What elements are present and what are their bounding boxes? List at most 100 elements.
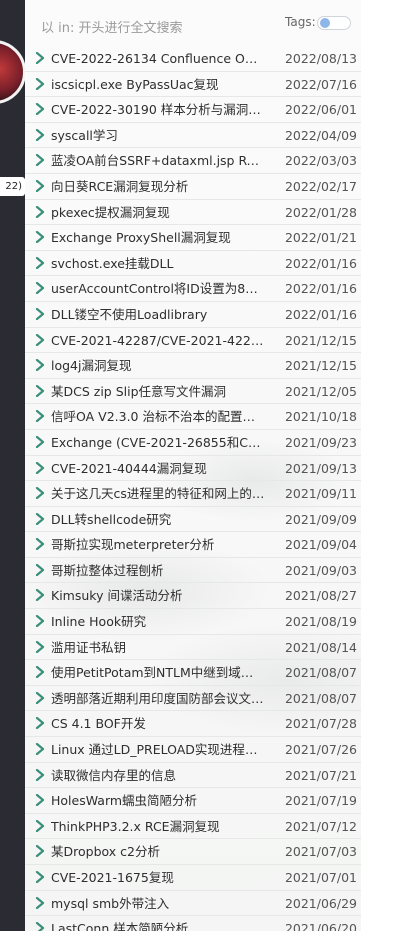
chevron-right-icon: [35, 52, 45, 64]
post-date: 2022/06/01: [284, 102, 357, 118]
post-title[interactable]: Kimsuky 间谍活动分析: [51, 587, 265, 604]
post-title[interactable]: userAccountControl将ID设置为8192: [51, 280, 265, 297]
avatar[interactable]: [0, 40, 26, 104]
post-list-item[interactable]: 关于这几天cs进程里的特征和网上的解决办法 2021/09/11: [25, 481, 361, 507]
post-date: 2021/12/15: [284, 358, 357, 374]
post-title[interactable]: 哥斯拉整体过程刨析: [51, 562, 265, 579]
post-title[interactable]: ThinkPHP3.2.x RCE漏洞复现: [51, 818, 265, 835]
post-title[interactable]: 信呼OA V2.3.0 治标不治本的配置文件写入: [51, 408, 265, 425]
chevron-right-icon: [35, 871, 45, 883]
post-date: 2022/04/09: [284, 127, 357, 143]
post-list-item[interactable]: 滥用证书私钥 2021/08/14: [25, 635, 361, 661]
post-date: 2022/01/16: [284, 306, 357, 322]
post-date: 2021/09/04: [284, 537, 357, 553]
post-title[interactable]: iscsicpl.exe ByPassUac复现: [51, 76, 265, 93]
post-list-item[interactable]: log4j漏洞复现 2021/12/15: [25, 353, 361, 379]
post-list-item[interactable]: 使用PetitPotam到NTLM中继到域管理员 2021/08/07: [25, 660, 361, 686]
chevron-right-icon: [35, 615, 45, 628]
post-title[interactable]: syscall学习: [51, 127, 265, 144]
post-title[interactable]: 滥用证书私钥: [51, 639, 265, 656]
post-list-item[interactable]: 读取微信内存里的信息 2021/07/21: [25, 763, 361, 789]
post-title[interactable]: pkexec提权漏洞复现: [51, 204, 265, 221]
post-title[interactable]: mysql smb外带注入: [51, 895, 265, 912]
post-list-item[interactable]: iscsicpl.exe ByPassUac复现 2022/07/16: [25, 72, 361, 98]
post-list-item[interactable]: mysql smb外带注入 2021/06/29: [25, 891, 361, 917]
post-list-item[interactable]: 某DCS zip Slip任意写文件漏洞 2021/12/05: [25, 379, 361, 405]
post-list-item[interactable]: Exchange (CVE-2021-26855和CVE-2021-27065)…: [25, 430, 361, 456]
post-list-item[interactable]: CVE-2021-40444漏洞复现 2021/09/13: [25, 456, 361, 482]
post-list-item[interactable]: CVE-2022-30190 样本分析与漏洞复现 2022/06/01: [25, 97, 361, 123]
post-title[interactable]: 透明部落近期利用印度国防部会议文件攻击: [51, 690, 265, 707]
post-list-item[interactable]: 哥斯拉整体过程刨析 2021/09/03: [25, 558, 361, 584]
post-date: 2021/07/03: [284, 844, 357, 860]
post-title[interactable]: 某DCS zip Slip任意写文件漏洞: [51, 383, 265, 400]
post-list-item[interactable]: CS 4.1 BOF开发 2021/07/28: [25, 711, 361, 738]
post-title[interactable]: HolesWarm蠕虫简陋分析: [51, 792, 265, 809]
panel-header: Tags:: [25, 10, 361, 44]
post-title[interactable]: DLL镂空不使用Loadlibrary: [51, 306, 265, 323]
post-list-item[interactable]: LastConn 样本简陋分析 2021/06/20: [25, 916, 361, 931]
post-date: 2021/07/12: [284, 818, 357, 834]
post-title[interactable]: CVE-2022-30190 样本分析与漏洞复现: [51, 101, 265, 118]
post-title[interactable]: 哥斯拉实现meterpreter分析: [51, 536, 265, 553]
chevron-right-icon: [35, 333, 45, 346]
chevron-right-icon: [35, 435, 45, 448]
post-date: 2021/07/26: [284, 742, 357, 758]
post-date: 2021/06/29: [284, 895, 357, 911]
post-title[interactable]: LastConn 样本简陋分析: [51, 920, 265, 931]
post-date: 2021/09/03: [284, 562, 357, 578]
post-title[interactable]: DLL转shellcode研究: [51, 511, 265, 528]
post-title[interactable]: CVE-2021-1675复现: [51, 869, 265, 886]
post-title[interactable]: Exchange (CVE-2021-26855和CVE-2021-27065): [51, 434, 265, 451]
post-title[interactable]: 向日葵RCE漏洞复现分析: [51, 178, 265, 195]
post-title[interactable]: 某Dropbox c2分析: [51, 843, 265, 860]
post-title[interactable]: CVE-2021-42287/CVE-2021-42278域内提权: [51, 332, 265, 349]
post-title[interactable]: 关于这几天cs进程里的特征和网上的解决办法: [51, 485, 265, 502]
post-list-item[interactable]: 信呼OA V2.3.0 治标不治本的配置文件写入 2021/10/18: [25, 404, 361, 430]
chevron-right-icon: [35, 231, 45, 244]
chevron-right-icon: [35, 512, 45, 525]
post-list-item[interactable]: Exchange ProxyShell漏洞复现 2022/01/21: [25, 225, 361, 251]
post-list-item[interactable]: DLL转shellcode研究 2021/09/09: [25, 507, 361, 533]
post-list-item[interactable]: 某Dropbox c2分析 2021/07/03: [25, 839, 361, 865]
post-title[interactable]: log4j漏洞复现: [51, 357, 265, 374]
post-list-item[interactable]: 透明部落近期利用印度国防部会议文件攻击 2021/08/07: [25, 686, 361, 712]
post-title[interactable]: Inline Hook研究: [51, 613, 265, 630]
post-list-item[interactable]: CVE-2021-1675复现 2021/07/01: [25, 865, 361, 891]
post-list-item[interactable]: Inline Hook研究 2021/08/19: [25, 609, 361, 635]
post-list-item[interactable]: Linux 通过LD_PRELOAD实现进程隐藏 2021/07/26: [25, 737, 361, 763]
post-title[interactable]: 读取微信内存里的信息: [51, 767, 265, 784]
post-title[interactable]: CVE-2022-26134 Confluence OGNL注入分析: [51, 50, 265, 67]
post-list-item[interactable]: Kimsuky 间谍活动分析 2021/08/27: [25, 583, 361, 610]
post-list-item[interactable]: CVE-2021-42287/CVE-2021-42278域内提权 2021/12…: [25, 328, 361, 354]
post-date: 2021/07/19: [284, 793, 357, 809]
tags-toggle[interactable]: [317, 16, 351, 30]
post-title[interactable]: 使用PetitPotam到NTLM中继到域管理员: [51, 664, 265, 681]
post-list-item[interactable]: 向日葵RCE漏洞复现分析 2022/02/17: [25, 174, 361, 200]
post-list-item[interactable]: DLL镂空不使用Loadlibrary 2022/01/16: [25, 302, 361, 328]
post-list-item[interactable]: syscall学习 2022/04/09: [25, 123, 361, 149]
chevron-right-icon: [35, 461, 45, 474]
chevron-right-icon: [35, 922, 45, 931]
post-list-item[interactable]: svchost.exe挂载DLL 2022/01/16: [25, 251, 361, 277]
post-date: 2022/01/16: [284, 255, 357, 271]
post-title[interactable]: Exchange ProxyShell漏洞复现: [51, 229, 265, 246]
chevron-right-icon: [35, 103, 45, 116]
chevron-right-icon: [35, 743, 45, 756]
post-date: 2021/08/27: [284, 588, 357, 604]
post-title[interactable]: svchost.exe挂载DLL: [51, 255, 265, 272]
chevron-right-icon: [35, 640, 45, 653]
post-list-item[interactable]: userAccountControl将ID设置为8192 2022/01/16: [25, 276, 361, 302]
post-title[interactable]: Linux 通过LD_PRELOAD实现进程隐藏: [51, 741, 265, 758]
post-list-item[interactable]: pkexec提权漏洞复现 2022/01/28: [25, 200, 361, 226]
post-list-item[interactable]: 蓝凌OA前台SSRF+dataxml.jsp RCE漏洞复现 2022/03/03: [25, 148, 361, 174]
post-title[interactable]: CVE-2021-40444漏洞复现: [51, 460, 265, 477]
post-list-item[interactable]: CVE-2022-26134 Confluence OGNL注入分析 2022/0…: [25, 46, 361, 72]
post-list-item[interactable]: 哥斯拉实现meterpreter分析 2021/09/04: [25, 532, 361, 558]
post-list-item[interactable]: ThinkPHP3.2.x RCE漏洞复现 2021/07/12: [25, 814, 361, 840]
post-list-item[interactable]: HolesWarm蠕虫简陋分析 2021/07/19: [25, 788, 361, 814]
search-input[interactable]: [41, 18, 261, 38]
post-list: CVE-2022-26134 Confluence OGNL注入分析 2022/0…: [25, 46, 361, 931]
post-title[interactable]: CS 4.1 BOF开发: [51, 715, 265, 732]
post-title[interactable]: 蓝凌OA前台SSRF+dataxml.jsp RCE漏洞复现: [51, 152, 265, 169]
